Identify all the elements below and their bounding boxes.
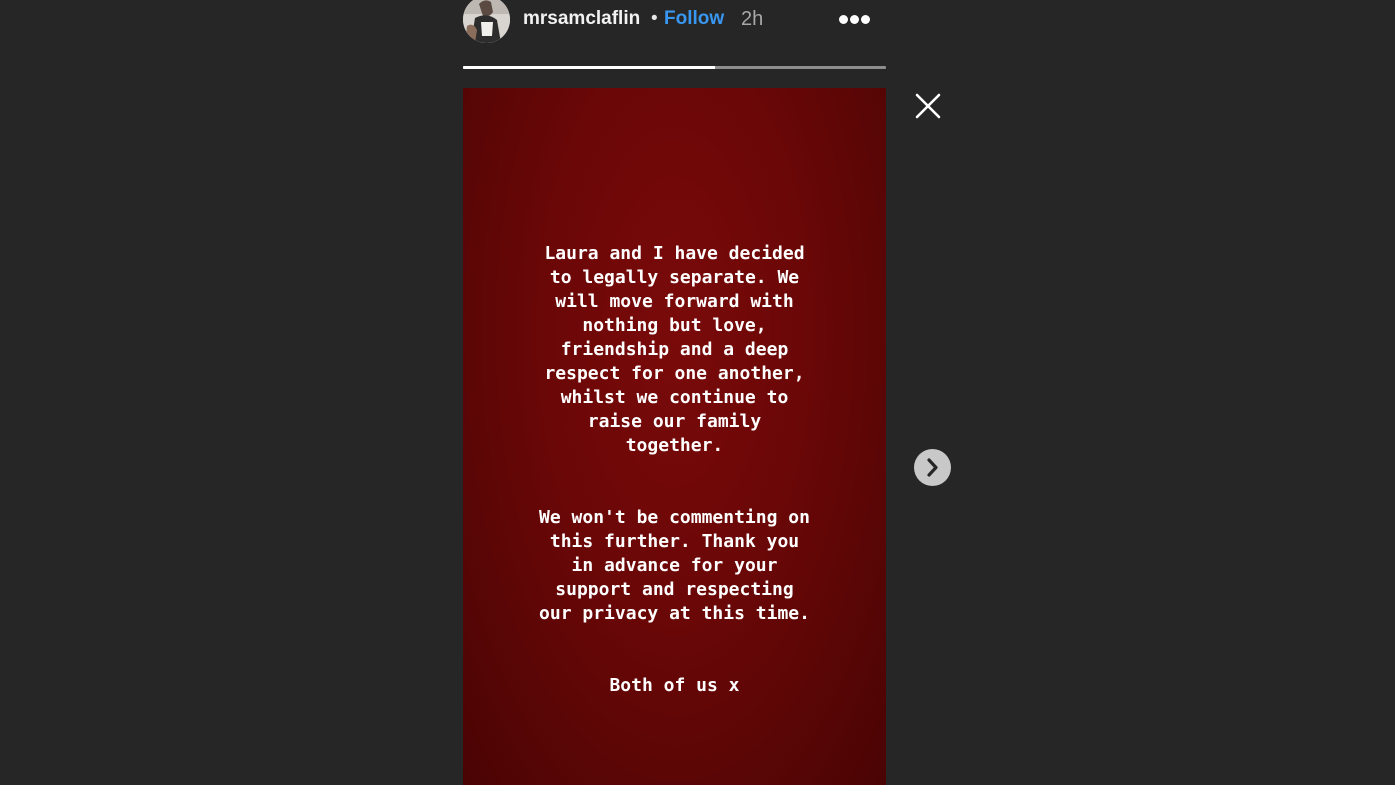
story-progress-fill — [463, 66, 715, 69]
story-paragraph-2: We won't be commenting on this further. … — [539, 507, 810, 624]
story-viewer: mrsamclaflin • Follow 2h Laura and I hav… — [0, 0, 1395, 785]
next-story-button[interactable] — [914, 449, 951, 486]
story-paragraph-3: Both of us x — [609, 675, 740, 696]
story-content[interactable]: Laura and I have decided to legally sepa… — [463, 88, 886, 785]
story-message: Laura and I have decided to legally sepa… — [463, 218, 886, 746]
close-icon[interactable] — [912, 90, 944, 122]
story-header: mrsamclaflin • Follow 2h — [463, 0, 886, 44]
story-paragraph-1: Laura and I have decided to legally sepa… — [544, 243, 805, 456]
username-link[interactable]: mrsamclaflin — [523, 8, 640, 30]
chevron-right-icon — [927, 458, 938, 477]
avatar-image — [463, 0, 510, 43]
avatar[interactable] — [463, 0, 510, 43]
follow-button[interactable]: Follow — [664, 8, 724, 30]
separator-dot: • — [651, 8, 658, 29]
story-progress-bar — [463, 66, 886, 69]
post-time: 2h — [741, 8, 764, 30]
more-options-icon[interactable] — [835, 9, 875, 31]
